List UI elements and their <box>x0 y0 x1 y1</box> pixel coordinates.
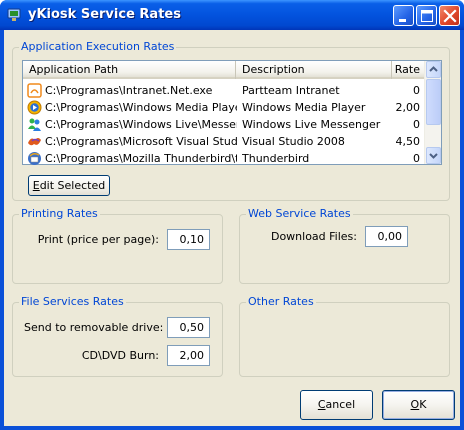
scroll-down-button[interactable] <box>426 147 441 164</box>
other-rates-group: Other Rates <box>239 295 450 377</box>
edit-mnemonic: E <box>32 179 40 192</box>
list-item[interactable]: C:\Programas\Intranet.Net.exe Partteam I… <box>23 82 424 99</box>
web-service-group: Web Service Rates <box>239 207 450 284</box>
messenger-icon <box>28 118 41 131</box>
app-description: Partteam Intranet <box>242 84 340 97</box>
app-execution-title: Application Execution Rates <box>19 40 177 53</box>
edit-selected-button[interactable]: Edit Selected <box>28 175 110 196</box>
scroll-up-button[interactable] <box>426 61 441 78</box>
app-description: Thunderbird <box>242 152 310 165</box>
cancel-mnemonic: C <box>317 398 326 411</box>
chevron-up-icon <box>429 66 438 72</box>
download-label: Download Files: <box>270 230 357 243</box>
print-label: Print (price per page): <box>37 233 159 246</box>
list-item[interactable]: C:\Programas\Mozilla Thunderbird\th... T… <box>23 150 424 167</box>
minimize-button[interactable] <box>393 5 414 26</box>
other-rates-title: Other Rates <box>246 295 316 308</box>
maximize-button[interactable] <box>416 5 437 26</box>
cd-dvd-burn-input[interactable]: 2,00 <box>167 345 210 366</box>
app-path: C:\Programas\Intranet.Net.exe <box>45 84 213 97</box>
dialog-body: Application Execution Rates Application … <box>4 30 460 426</box>
list-scrollbar[interactable] <box>424 61 441 164</box>
app-description: Visual Studio 2008 <box>242 135 345 148</box>
printing-title: Printing Rates <box>19 207 100 220</box>
download-files-input[interactable]: 0,00 <box>365 226 408 247</box>
maximize-icon <box>421 10 433 22</box>
app-rate: 0 <box>413 84 420 97</box>
app-rate: 0 <box>413 152 420 165</box>
column-header-rate[interactable]: Rate <box>392 61 424 79</box>
app-rate: 4,50 <box>395 135 421 148</box>
ok-button[interactable]: OK <box>382 390 455 420</box>
cancel-button[interactable]: Cancel <box>300 390 373 420</box>
app-path: C:\Programas\Mozilla Thunderbird\th... <box>45 152 237 165</box>
app-window: yKiosk Service Rates Application Executi… <box>0 0 464 430</box>
app-rates-list[interactable]: Application Path Description Rate C:\Pro… <box>22 60 442 165</box>
app-path: C:\Programas\Windows Live\Messen... <box>45 118 237 131</box>
web-service-title: Web Service Rates <box>246 207 353 220</box>
intranet-icon <box>27 83 42 98</box>
media-player-icon <box>27 100 42 115</box>
ok-label: K <box>419 398 427 411</box>
removable-drive-label: Send to removable drive: <box>24 321 164 334</box>
cd-dvd-burn-label: CD\DVD Burn: <box>81 349 159 362</box>
column-header-description[interactable]: Description <box>236 61 392 79</box>
app-description: Windows Media Player <box>242 101 366 114</box>
app-rate: 2,00 <box>395 101 421 114</box>
app-description: Windows Live Messenger <box>242 118 381 131</box>
file-services-title: File Services Rates <box>19 295 126 308</box>
ok-mnemonic: O <box>410 398 420 411</box>
cancel-label: ancel <box>325 398 356 411</box>
chevron-down-icon <box>429 153 438 159</box>
close-icon <box>443 9 457 23</box>
column-header-path[interactable]: Application Path <box>23 61 236 79</box>
title-bar[interactable]: yKiosk Service Rates <box>0 0 464 30</box>
app-path: C:\Programas\Windows Media Player... <box>45 101 237 114</box>
thunderbird-icon <box>28 152 41 165</box>
minimize-icon <box>399 19 406 22</box>
list-item[interactable]: C:\Programas\Windows Live\Messen... Wind… <box>23 116 424 133</box>
scroll-thumb[interactable] <box>426 79 441 125</box>
print-price-input[interactable]: 0,10 <box>167 229 210 250</box>
list-header: Application Path Description Rate <box>23 61 424 79</box>
visual-studio-icon <box>28 138 41 146</box>
kiosk-app-icon <box>7 8 21 21</box>
app-path: C:\Programas\Microsoft Visual Studio... <box>45 135 237 148</box>
removable-drive-input[interactable]: 0,50 <box>167 317 210 338</box>
close-button[interactable] <box>439 5 460 26</box>
window-title: yKiosk Service Rates <box>28 7 181 22</box>
app-rate: 0 <box>413 118 420 131</box>
edit-label: dit Selected <box>39 179 106 192</box>
list-item[interactable]: C:\Programas\Microsoft Visual Studio... … <box>23 133 424 150</box>
list-item[interactable]: C:\Programas\Windows Media Player... Win… <box>23 99 424 116</box>
